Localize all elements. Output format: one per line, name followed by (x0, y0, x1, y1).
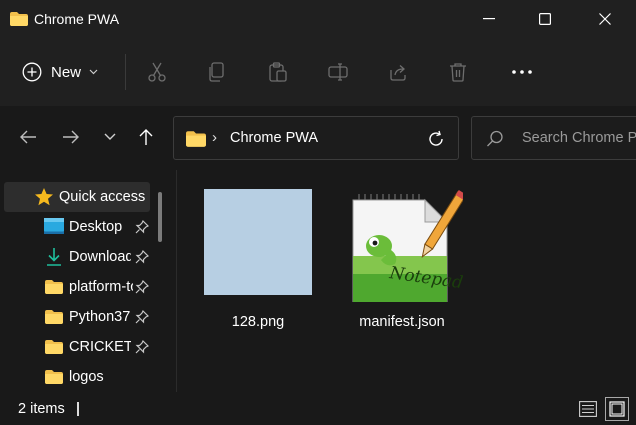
rename-icon (328, 63, 348, 81)
close-icon (599, 13, 611, 25)
toolbar-divider (125, 54, 126, 90)
sidebar-item-label: Downloads (69, 249, 131, 265)
sidebar-item-logos[interactable]: logos (4, 362, 150, 392)
command-bar: New (0, 38, 636, 106)
file-item[interactable]: Notepad++ manifest.json (337, 180, 477, 330)
refresh-icon[interactable] (426, 129, 446, 149)
close-button[interactable] (582, 0, 628, 38)
notepad-plus-plus-icon: Notepad++ (352, 189, 463, 302)
large-icons-view-icon (609, 401, 625, 417)
folder-icon (45, 370, 63, 384)
folder-icon (186, 131, 206, 147)
file-list: 128.png Notepad++ manifest.json (177, 170, 636, 392)
sidebar-item-label: Quick access (59, 189, 146, 205)
file-name: manifest.json (359, 314, 445, 330)
arrow-up-icon (139, 129, 153, 145)
pin-icon[interactable] (135, 280, 149, 294)
search-icon (487, 130, 503, 147)
rename-button[interactable] (326, 60, 350, 84)
folder-icon (45, 310, 63, 324)
details-view-icon (579, 401, 597, 417)
sidebar-item-label: logos (69, 369, 104, 385)
image-thumbnail (204, 189, 312, 295)
status-divider (77, 402, 79, 416)
maximize-icon (539, 13, 551, 25)
pin-icon[interactable] (135, 250, 149, 264)
search-input[interactable]: Search Chrome PWA (522, 130, 636, 146)
cut-icon (148, 62, 166, 82)
file-item[interactable]: 128.png (177, 180, 317, 330)
download-icon (47, 248, 61, 266)
pin-icon[interactable] (135, 340, 149, 354)
delete-icon (450, 63, 466, 82)
chevron-down-icon (89, 69, 98, 75)
chevron-down-icon (104, 133, 116, 140)
more-options-button[interactable] (510, 60, 534, 84)
new-button-label: New (51, 63, 82, 81)
plus-circle-icon (22, 62, 42, 82)
sidebar-item-python37[interactable]: Python37 (4, 302, 150, 332)
copy-button[interactable] (205, 60, 229, 84)
address-bar[interactable]: › Chrome PWA (173, 116, 459, 160)
desktop-icon (44, 218, 64, 234)
cut-button[interactable] (145, 60, 169, 84)
arrow-left-icon (20, 130, 36, 144)
share-icon (390, 65, 406, 81)
sidebar-item-platform-tools[interactable]: platform-tools (4, 272, 150, 302)
sidebar-item-label: Python37 (69, 309, 131, 325)
navigation-pane: Quick access Desktop Downloads platform-… (0, 170, 166, 392)
pin-icon[interactable] (135, 310, 149, 324)
sidebar-item-downloads[interactable]: Downloads (4, 242, 150, 272)
breadcrumb-segment[interactable]: Chrome PWA (230, 130, 318, 146)
folder-icon (10, 12, 28, 26)
more-icon (512, 70, 532, 74)
pin-icon[interactable] (135, 220, 149, 234)
arrow-right-icon (63, 130, 79, 144)
title-bar: Chrome PWA (0, 0, 636, 38)
forward-button[interactable] (58, 124, 84, 150)
recent-locations-button[interactable] (97, 124, 123, 150)
sidebar-item-label: CRICKET GAME (69, 339, 131, 355)
back-button[interactable] (15, 124, 41, 150)
file-name: 128.png (231, 314, 285, 330)
window-title: Chrome PWA (34, 11, 120, 27)
details-view-button[interactable] (576, 397, 600, 421)
navigation-bar: › Chrome PWA Search Chrome PWA (0, 106, 636, 170)
item-count: 2 items (18, 401, 65, 417)
star-icon (35, 188, 53, 206)
copy-icon (209, 62, 224, 82)
sidebar-item-desktop[interactable]: Desktop (4, 212, 150, 242)
folder-icon (45, 340, 63, 354)
sidebar-item-label: platform-tools (69, 279, 133, 295)
sidebar-item-quick-access[interactable]: Quick access (4, 182, 150, 212)
delete-button[interactable] (446, 60, 470, 84)
breadcrumb-chevron-icon[interactable]: › (212, 129, 217, 146)
up-button[interactable] (133, 124, 159, 150)
minimize-icon (483, 18, 495, 20)
status-bar: 2 items (0, 392, 636, 425)
paste-button[interactable] (266, 60, 290, 84)
sidebar-item-cricket-game[interactable]: CRICKET GAME (4, 332, 150, 362)
new-button[interactable]: New (22, 58, 114, 86)
paste-icon (269, 62, 287, 82)
sidebar-item-label: Desktop (69, 219, 123, 235)
folder-icon (45, 280, 63, 294)
minimize-button[interactable] (466, 0, 512, 38)
search-box[interactable]: Search Chrome PWA (471, 116, 636, 160)
large-icons-view-button[interactable] (605, 397, 629, 421)
maximize-button[interactable] (522, 0, 568, 38)
share-button[interactable] (386, 60, 410, 84)
sidebar-scrollbar[interactable] (158, 192, 162, 242)
